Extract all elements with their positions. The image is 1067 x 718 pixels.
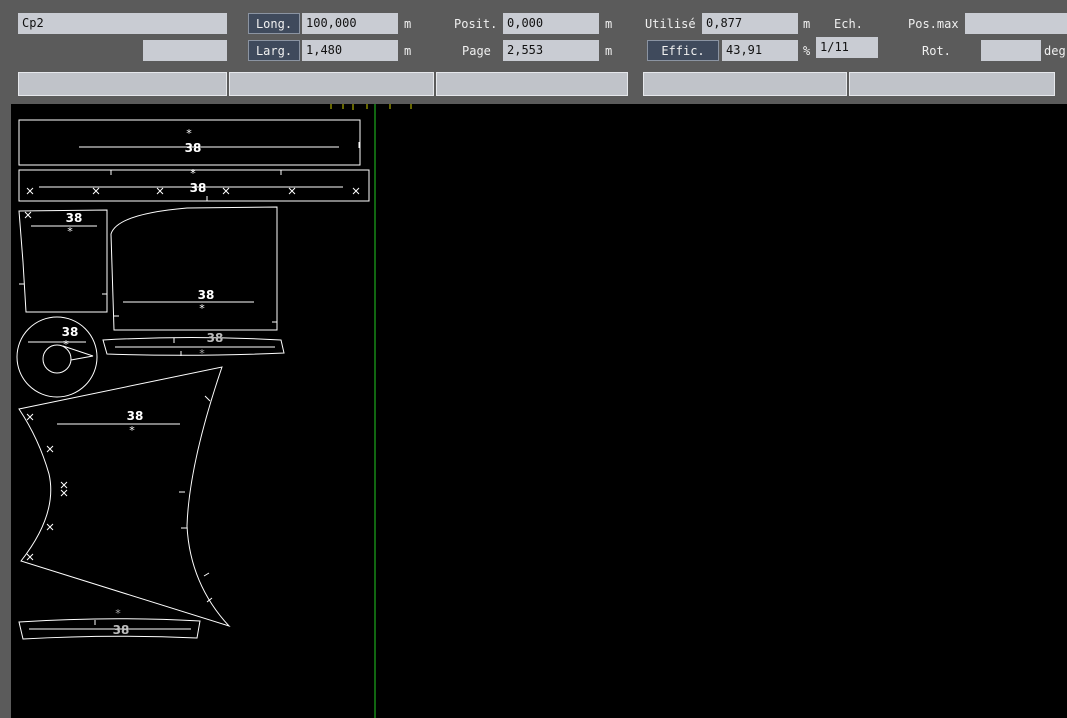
size-label: 38 bbox=[207, 331, 224, 345]
grain-mark: * bbox=[129, 424, 135, 437]
grain-mark: * bbox=[190, 167, 196, 180]
size-label: 38 bbox=[190, 181, 207, 195]
efficiency-label: Effic. bbox=[647, 40, 719, 61]
efficiency-field[interactable]: 43,91 bbox=[722, 40, 798, 61]
pattern-piece-strip-bottom[interactable] bbox=[18, 618, 201, 640]
scale-field[interactable]: 1/11 bbox=[816, 37, 878, 58]
rotation-unit: deg bbox=[1044, 44, 1066, 58]
grain-mark: * bbox=[67, 225, 73, 238]
pattern-piece-strip-middle[interactable] bbox=[102, 337, 285, 357]
used-field[interactable]: 0,877 bbox=[702, 13, 798, 34]
status-bar-4 bbox=[643, 72, 847, 96]
size-label: 38 bbox=[62, 325, 79, 339]
used-unit: m bbox=[803, 17, 811, 31]
pattern-piece-front-panel[interactable] bbox=[18, 366, 231, 628]
pattern-piece-small-panel[interactable] bbox=[18, 209, 108, 313]
grain-mark: * bbox=[199, 302, 205, 315]
status-bar-5 bbox=[849, 72, 1055, 96]
efficiency-unit: % bbox=[803, 44, 811, 58]
pattern-piece-large-panel[interactable] bbox=[110, 206, 278, 331]
scale-label: Ech. bbox=[834, 17, 863, 31]
size-labels: 38 38 38 38 38 38 38 38 bbox=[62, 141, 224, 637]
length-label: Long. bbox=[248, 13, 300, 34]
grain-mark: * bbox=[115, 607, 121, 620]
size-label: 38 bbox=[113, 623, 130, 637]
marker-drawing: 38 38 38 38 38 38 38 38 * * * * * * * * bbox=[16, 104, 412, 718]
pos-max-label: Pos.max bbox=[908, 17, 959, 31]
size-label: 38 bbox=[198, 288, 215, 302]
grain-mark: * bbox=[63, 338, 69, 351]
secondary-field[interactable] bbox=[143, 40, 227, 61]
notch-marks bbox=[24, 187, 360, 561]
pattern-piece-circle[interactable] bbox=[16, 316, 98, 398]
position-unit: m bbox=[605, 17, 613, 31]
size-label: 38 bbox=[185, 141, 202, 155]
position-label: Posit. bbox=[454, 17, 498, 31]
position-field[interactable]: 0,000 bbox=[503, 13, 599, 34]
pos-max-field[interactable] bbox=[965, 13, 1067, 34]
width-unit: m bbox=[404, 44, 412, 58]
rotation-label: Rot. bbox=[922, 44, 951, 58]
page-field[interactable]: 2,553 bbox=[503, 40, 599, 61]
rotation-field[interactable] bbox=[981, 40, 1041, 61]
size-label: 38 bbox=[66, 211, 83, 225]
width-field[interactable]: 1,480 bbox=[302, 40, 398, 61]
status-bar-3 bbox=[436, 72, 628, 96]
length-field[interactable]: 100,000 bbox=[302, 13, 398, 34]
used-label: Utilisé bbox=[645, 17, 696, 31]
page-label: Page bbox=[462, 44, 491, 58]
marker-name-field[interactable]: Cp2 bbox=[18, 13, 227, 34]
grain-mark: * bbox=[199, 347, 205, 360]
status-bar-1 bbox=[18, 72, 227, 96]
marker-canvas[interactable]: 38 38 38 38 38 38 38 38 * * * * * * * * bbox=[11, 104, 1067, 718]
width-label: Larg. bbox=[248, 40, 300, 61]
page-unit: m bbox=[605, 44, 613, 58]
ruler-ticks bbox=[330, 104, 412, 110]
grain-mark: * bbox=[186, 127, 192, 140]
status-bar-2 bbox=[229, 72, 434, 96]
length-unit: m bbox=[404, 17, 412, 31]
size-label: 38 bbox=[127, 409, 144, 423]
